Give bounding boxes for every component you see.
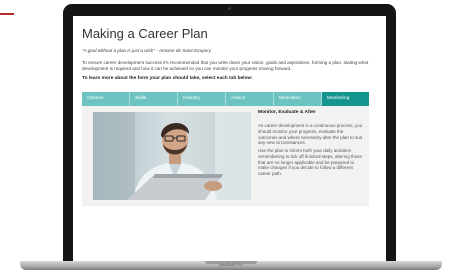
panel-paragraph-2: Use the plan to inform both your daily a… bbox=[258, 148, 362, 177]
tab-motivation[interactable]: Motivation bbox=[274, 92, 322, 106]
man-with-laptop-photo bbox=[93, 112, 251, 200]
panel-heading: Monitor, Evaluate & Alter bbox=[258, 110, 316, 115]
photo-illustration bbox=[93, 112, 251, 200]
corner-accent-tab bbox=[0, 13, 14, 15]
tab-industry[interactable]: Industry bbox=[178, 92, 226, 106]
tab-instruction: To learn more about the form your plan s… bbox=[82, 76, 253, 81]
device-label: MacBook Pro bbox=[219, 263, 243, 267]
tab-skills[interactable]: Skills bbox=[130, 92, 178, 106]
tab-monitoring[interactable]: Monitoring bbox=[322, 92, 369, 106]
page-title: Making a Career Plan bbox=[82, 26, 208, 41]
tab-options[interactable]: Options bbox=[82, 92, 130, 106]
tab-bar: Options Skills Industry Advice Motivatio… bbox=[82, 92, 369, 106]
intro-paragraph: To ensure career development success it'… bbox=[82, 60, 369, 71]
panel-paragraph-1: As career development is a continuous pr… bbox=[258, 123, 363, 146]
webcam-icon bbox=[228, 7, 231, 10]
tab-content-panel: Monitor, Evaluate & Alter As career deve… bbox=[82, 106, 369, 206]
quote-text: "A goal without a plan is just a wish" -… bbox=[82, 48, 212, 53]
tab-advice[interactable]: Advice bbox=[226, 92, 274, 106]
laptop-screen: Making a Career Plan "A goal without a p… bbox=[73, 16, 386, 261]
